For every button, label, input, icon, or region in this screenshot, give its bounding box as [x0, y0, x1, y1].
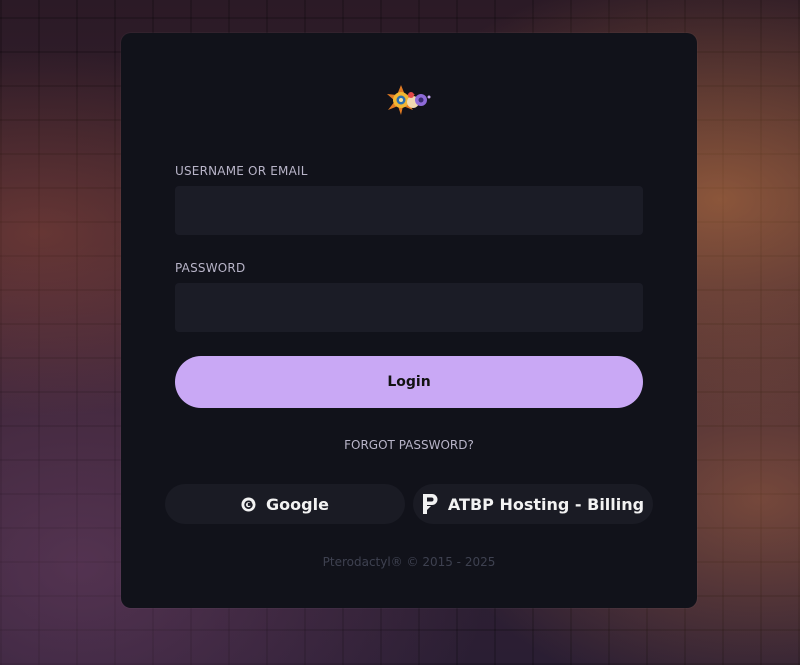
username-input[interactable]	[175, 186, 643, 235]
password-label: PASSWORD	[175, 261, 246, 275]
login-card: USERNAME OR EMAIL PASSWORD Login FORGOT …	[121, 33, 697, 608]
password-input[interactable]	[175, 283, 643, 332]
google-icon	[241, 496, 256, 512]
paymenter-icon	[422, 493, 438, 515]
google-login-button[interactable]: Google	[165, 484, 405, 524]
username-label: USERNAME OR EMAIL	[175, 164, 308, 178]
billing-login-label: ATBP Hosting - Billing	[447, 494, 645, 514]
brand-logo	[385, 83, 433, 117]
billing-login-button[interactable]: ATBP Hosting - Billing	[413, 484, 653, 524]
google-login-label: Google	[266, 494, 329, 514]
copyright-footer: Pterodactyl® © 2015 - 2025	[322, 555, 496, 569]
login-button[interactable]: Login	[175, 356, 643, 408]
forgot-password-link[interactable]: FORGOT PASSWORD?	[121, 438, 697, 452]
